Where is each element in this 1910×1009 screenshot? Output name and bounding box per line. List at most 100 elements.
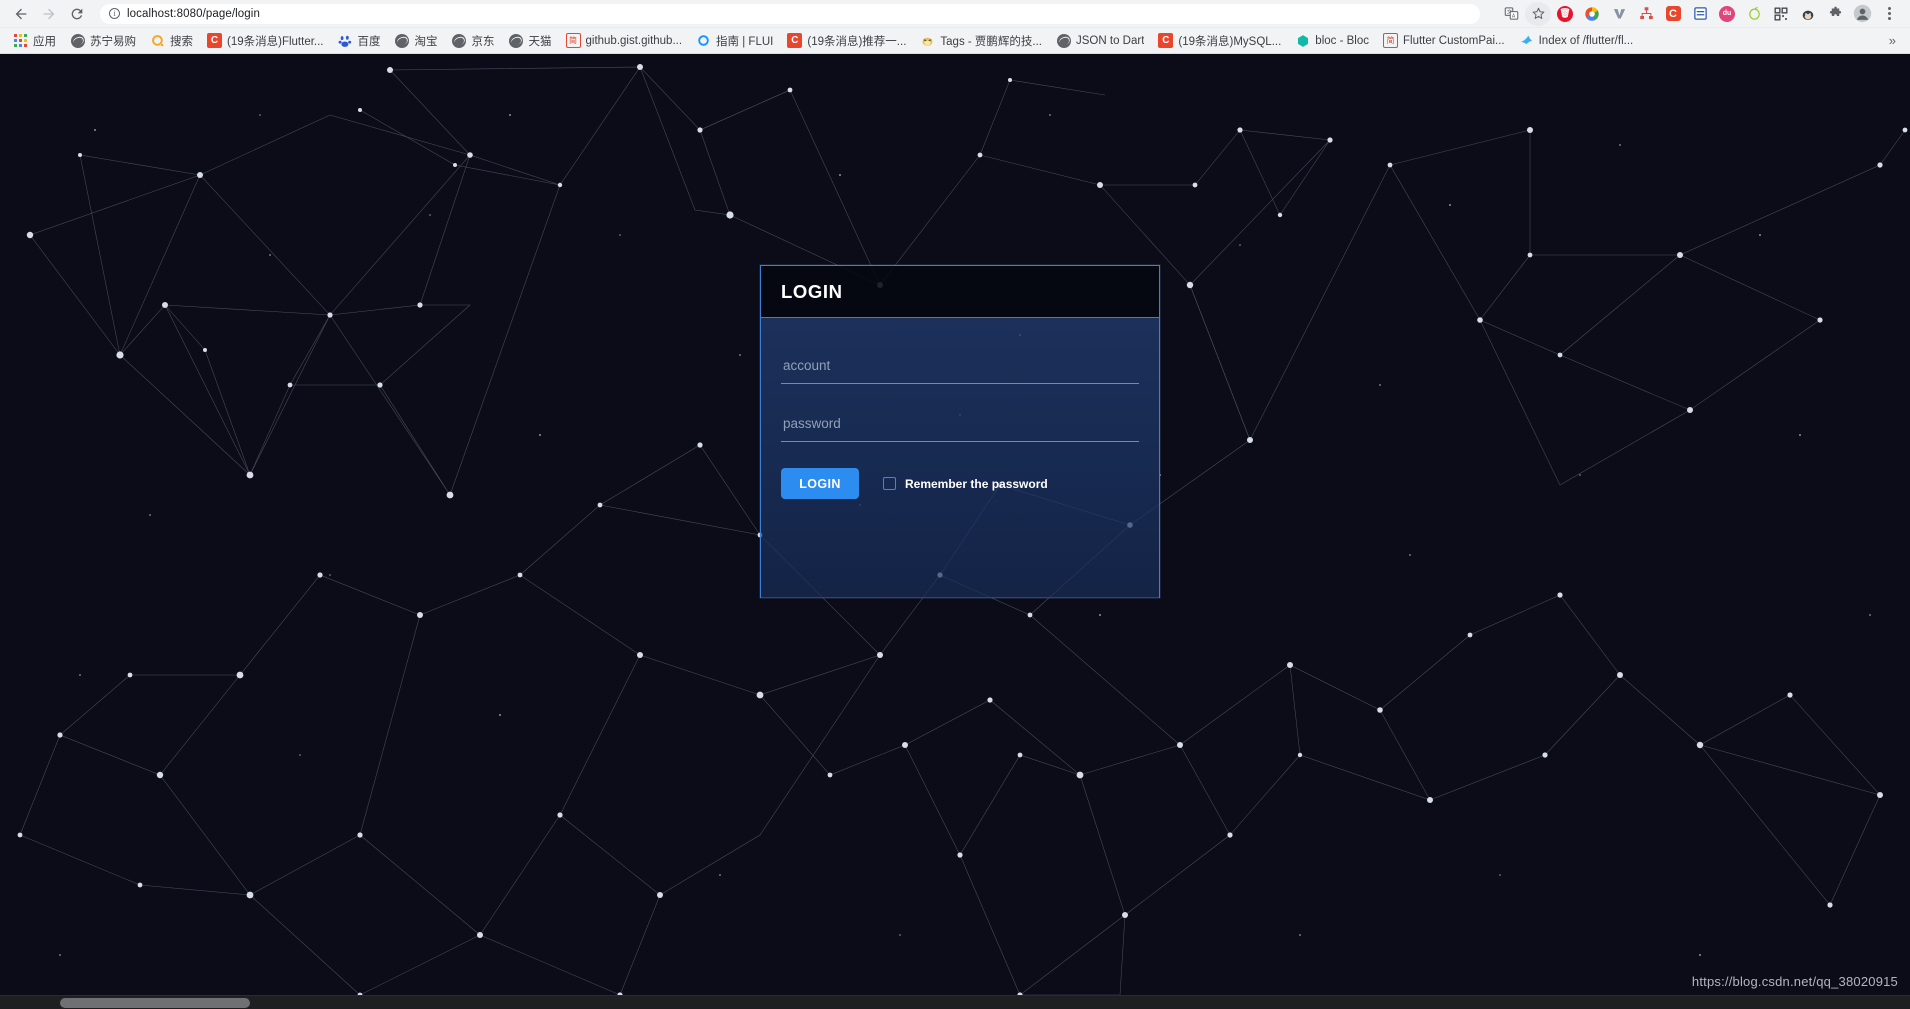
reload-button[interactable] (64, 2, 90, 26)
chrome-menu-icon[interactable] (1876, 2, 1902, 26)
remember-password-row[interactable]: Remember the password (883, 477, 1048, 491)
bookmark-label: (19条消息)MySQL... (1178, 35, 1282, 48)
bookmark-csdn-mysql[interactable]: C (19条消息)MySQL... (1151, 30, 1288, 52)
bookmark-suning[interactable]: 苏宁易购 (63, 30, 143, 52)
account-field-wrapper (781, 352, 1139, 384)
bookmark-bloc[interactable]: bloc - Bloc (1288, 30, 1376, 51)
bookmarks-bar: 应用 苏宁易购 搜索 C (19条消息)Flutter... 百度 淘宝 京东 … (0, 28, 1910, 54)
bookmark-label: 搜索 (170, 35, 193, 48)
bookmark-label: 应用 (33, 35, 56, 48)
globe-icon (395, 33, 410, 48)
apps-grid-icon (13, 33, 28, 48)
remember-password-label: Remember the password (905, 476, 1048, 491)
horizontal-scrollbar[interactable] (0, 995, 1910, 1009)
extension-reader-icon[interactable] (1687, 2, 1713, 26)
forward-arrow-icon (43, 8, 55, 19)
bookmark-label: github.gist.github... (585, 34, 683, 47)
bookmark-label: 苏宁易购 (90, 35, 136, 48)
monkey-face-icon (1802, 10, 1814, 20)
jian-icon: 简 (1382, 33, 1398, 48)
bookmark-label: bloc - Bloc (1315, 34, 1369, 47)
bookmark-tags-jiapenghui[interactable]: Tags - 贾鹏辉的技... (913, 30, 1049, 52)
login-form: LOGIN Remember the password (761, 318, 1159, 598)
bookmark-index-of-flutter[interactable]: Index of /flutter/fl... (1512, 30, 1641, 51)
extension-adblock-icon[interactable]: 🗑 (1552, 2, 1578, 26)
bookmark-star-icon[interactable] (1525, 1, 1551, 26)
back-button[interactable] (8, 2, 34, 26)
extension-v-icon[interactable] (1606, 2, 1632, 26)
reader-list-icon (1693, 7, 1707, 20)
address-bar[interactable]: i localhost:8080/page/login (100, 3, 1480, 24)
bookmark-flutter-custompaint[interactable]: 简 Flutter CustomPai... (1376, 30, 1512, 51)
globe-icon (509, 33, 524, 48)
scrollbar-thumb[interactable] (60, 998, 250, 1008)
extension-lemon-icon[interactable] (1741, 2, 1767, 26)
flutter-bird-icon (1519, 33, 1534, 48)
page-title: LOGIN (781, 280, 843, 302)
bookmark-label: 淘宝 (414, 35, 438, 48)
csdn-icon: C (207, 33, 222, 48)
login-card: LOGIN LOGIN Remember the password (760, 265, 1160, 598)
star-outline-icon (1532, 7, 1544, 19)
qr-code-icon (1774, 7, 1788, 20)
extension-du-icon[interactable]: du (1714, 2, 1740, 26)
extension-tampermonkey-icon[interactable] (1795, 2, 1821, 26)
bookmark-flui-guide[interactable]: 指南 | FLUI (689, 30, 780, 52)
bookmark-json-to-dart[interactable]: JSON to Dart (1049, 30, 1151, 51)
bookmark-apps[interactable]: 应用 (6, 30, 63, 52)
watermark-text: https://blog.csdn.net/qq_38020915 (1691, 974, 1898, 989)
extension-sitemap-icon[interactable] (1633, 2, 1659, 26)
bookmark-label: 百度 (357, 35, 381, 48)
baidu-paw-icon (338, 33, 353, 48)
monkey-icon (920, 33, 935, 48)
bookmark-search[interactable]: 搜索 (143, 30, 200, 52)
translate-glyph-icon: 文 A (1504, 7, 1518, 20)
bookmark-label: Tags - 贾鹏辉的技... (940, 35, 1043, 48)
page-content: LOGIN LOGIN Remember the password (0, 55, 1910, 995)
login-card-header: LOGIN (761, 266, 1159, 318)
extension-colorpicker-icon[interactable] (1579, 2, 1605, 26)
translate-icon[interactable]: 文 A (1498, 2, 1524, 26)
extension-qrcode-icon[interactable] (1768, 2, 1794, 26)
avatar-icon (1853, 4, 1871, 23)
extension-csdn-icon[interactable]: C (1660, 2, 1686, 26)
bookmark-label: 指南 | FLUI (716, 35, 774, 48)
back-arrow-icon (15, 8, 27, 19)
globe-icon (70, 33, 85, 48)
puzzle-piece-icon (1829, 6, 1841, 16)
bookmark-label: 京东 (471, 35, 495, 48)
profile-avatar-icon[interactable] (1849, 2, 1875, 26)
sitemap-icon (1639, 7, 1653, 20)
three-dots-icon (1887, 7, 1891, 20)
login-button[interactable]: LOGIN (781, 468, 859, 499)
bookmark-label: (19条消息)Flutter... (227, 35, 324, 48)
reload-icon (71, 8, 83, 19)
bookmark-label: JSON to Dart (1076, 34, 1145, 47)
bookmark-taobao[interactable]: 淘宝 (388, 30, 445, 52)
remember-password-checkbox[interactable] (883, 477, 896, 490)
login-actions: LOGIN Remember the password (781, 468, 1139, 499)
extensions-puzzle-icon[interactable] (1822, 2, 1848, 26)
bookmark-label: 天猫 (528, 35, 552, 48)
csdn-icon: C (787, 33, 803, 48)
forward-button[interactable] (36, 2, 62, 26)
flutter-o-icon (696, 33, 711, 48)
bookmarks-overflow-icon[interactable]: » (1881, 33, 1904, 48)
bookmark-csdn-recommend[interactable]: C (19条消息)推荐一... (780, 30, 913, 52)
bookmark-csdn-flutter[interactable]: C (19条消息)Flutter... (200, 30, 331, 52)
bookmark-baidu[interactable]: 百度 (331, 30, 388, 52)
bookmark-tmall[interactable]: 天猫 (502, 30, 559, 52)
bookmark-github-gist[interactable]: 简 github.gist.github... (559, 30, 690, 51)
bookmark-label: (19条消息)推荐一... (807, 35, 907, 48)
password-input[interactable] (781, 410, 1139, 442)
jian-icon: 简 (565, 33, 581, 48)
site-info-icon[interactable]: i (109, 8, 120, 19)
search-o-icon (150, 33, 165, 48)
browser-window: i localhost:8080/page/login 文 A 🗑 C du 应… (0, 0, 1910, 1009)
bookmark-jd[interactable]: 京东 (445, 30, 502, 52)
color-wheel-icon (1585, 6, 1599, 21)
globe-icon (452, 33, 467, 48)
bookmark-label: Index of /flutter/fl... (1538, 34, 1634, 47)
browser-toolbar: i localhost:8080/page/login 文 A 🗑 C du (0, 0, 1910, 28)
account-input[interactable] (781, 352, 1139, 384)
